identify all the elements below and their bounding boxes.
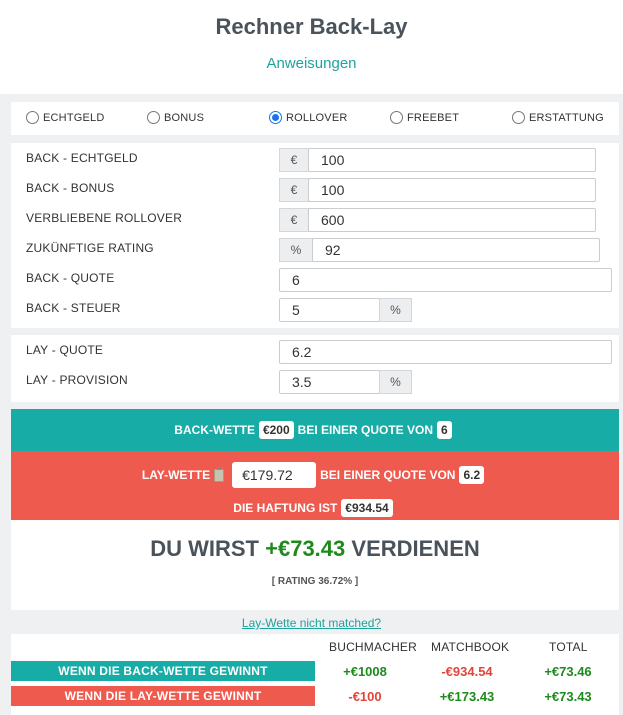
radio-erstattung[interactable]: ERSTATTUNG <box>512 111 604 124</box>
rollover-label: VERBLIEBENE ROLLOVER <box>26 211 183 225</box>
back-inputs: BACK - ECHTGELD € 100 BACK - BONUS € 100… <box>11 143 619 328</box>
lay-commission-label: LAY - PROVISION <box>26 373 128 387</box>
radio-freebet[interactable]: FREEBET <box>390 111 459 124</box>
profit-suffix: VERDIENEN <box>351 536 480 561</box>
lay-stake-field[interactable]: €179.72 <box>232 462 317 488</box>
back-odds-badge: 6 <box>437 421 452 439</box>
radio-echtgeld[interactable]: ECHTGELD <box>26 111 105 124</box>
radio-bonus[interactable]: BONUS <box>147 111 204 124</box>
back-quote-label: BACK - QUOTE <box>26 271 115 285</box>
page-title: Rechner Back-Lay <box>215 14 408 39</box>
row-label-lay-wins: WENN DIE LAY-WETTE GEWINNT <box>11 686 315 706</box>
percent-addon: % <box>279 238 313 262</box>
currency-addon: € <box>279 178 309 202</box>
future-rating-input[interactable]: 92 <box>312 238 600 262</box>
back-echtgeld-label: BACK - ECHTGELD <box>26 151 138 165</box>
profit-prefix: DU WIRST <box>150 536 259 561</box>
outcome-table: BUCHMACHER MATCHBOOK TOTAL WENN DIE BACK… <box>11 634 619 715</box>
profit-amount: +€73.43 <box>265 536 346 561</box>
back-tax-input[interactable]: 5 <box>279 298 380 322</box>
profit-headline: DU WIRST +€73.43 VERDIENEN <box>11 536 619 562</box>
radio-dot-selected[interactable] <box>269 111 282 124</box>
lay-inputs: LAY - QUOTE 6.2 LAY - PROVISION 3.5 % <box>11 335 619 402</box>
liability-badge: €934.54 <box>341 499 393 517</box>
radio-label: ECHTGELD <box>43 111 105 124</box>
cell-back-matchbook: -€934.54 <box>441 664 493 679</box>
cell-lay-bookmaker: -€100 <box>348 689 382 704</box>
radio-dot[interactable] <box>512 111 525 124</box>
back-bonus-input[interactable]: 100 <box>308 178 596 202</box>
radio-dot[interactable] <box>390 111 403 124</box>
radio-label: FREEBET <box>407 111 460 124</box>
back-stake-badge: €200 <box>258 421 294 439</box>
radio-label: BONUS <box>164 111 205 124</box>
back-bet-summary: BACK-WETTE €200 BEI EINER QUOTE VON 6 <box>11 409 619 451</box>
radio-rollover[interactable]: ROLLOVER <box>269 111 348 124</box>
instructions-link[interactable]: Anweisungen <box>0 55 623 72</box>
row-label-back-wins: WENN DIE BACK-WETTE GEWINNT <box>11 661 315 681</box>
col-header-bookmaker: BUCHMACHER <box>329 640 418 654</box>
lay-quote-input[interactable]: 6.2 <box>279 340 612 364</box>
col-header-matchbook: MATCHBOOK <box>431 640 510 654</box>
cell-lay-total: +€73.43 <box>544 689 592 704</box>
cell-back-bookmaker: +€1008 <box>343 664 387 679</box>
future-rating-label: ZUKÜNFTIGE RATING <box>26 241 154 255</box>
back-quote-input[interactable]: 6 <box>279 268 612 292</box>
rating-text: [ RATING 36.72% ] <box>271 576 359 587</box>
cell-lay-matchbook: +€173.43 <box>439 689 495 704</box>
bet-type-selector: ECHTGELD BONUS ROLLOVER FREEBET ERSTATTU… <box>11 102 619 135</box>
back-tax-label: BACK - STEUER <box>26 301 121 315</box>
radio-dot[interactable] <box>147 111 160 124</box>
currency-addon: € <box>279 148 309 172</box>
percent-addon: % <box>379 370 412 394</box>
back-bet-prefix: BACK-WETTE <box>174 423 255 437</box>
percent-addon: % <box>379 298 412 322</box>
radio-dot[interactable] <box>26 111 39 124</box>
calculator-panel: ECHTGELD BONUS ROLLOVER FREEBET ERSTATTU… <box>0 94 623 715</box>
rollover-input[interactable]: 600 <box>308 208 596 232</box>
lay-quote-label: LAY - QUOTE <box>26 343 104 357</box>
col-header-total: TOTAL <box>549 640 588 654</box>
lay-bet-middle: BEI EINER QUOTE VON <box>320 468 456 482</box>
clipboard-icon[interactable] <box>214 466 225 482</box>
lay-bet-prefix: LAY-WETTE <box>141 468 211 482</box>
lay-not-matched-link[interactable]: Lay-Wette nicht matched? <box>0 616 623 630</box>
liability-label: DIE HAFTUNG IST <box>233 501 338 515</box>
back-echtgeld-input[interactable]: 100 <box>308 148 596 172</box>
lay-commission-input[interactable]: 3.5 <box>279 370 380 394</box>
lay-bet-summary: LAY-WETTE €179.72 BEI EINER QUOTE VON 6.… <box>11 451 619 520</box>
radio-label: ERSTATTUNG <box>529 111 604 124</box>
cell-back-total: +€73.46 <box>544 664 592 679</box>
back-bet-middle: BEI EINER QUOTE VON <box>297 423 434 437</box>
currency-addon: € <box>279 208 309 232</box>
profit-result: DU WIRST +€73.43 VERDIENEN [ RATING 36.7… <box>11 520 619 610</box>
back-bonus-label: BACK - BONUS <box>26 181 115 195</box>
radio-label: ROLLOVER <box>286 111 348 124</box>
lay-odds-badge: 6.2 <box>459 466 485 484</box>
